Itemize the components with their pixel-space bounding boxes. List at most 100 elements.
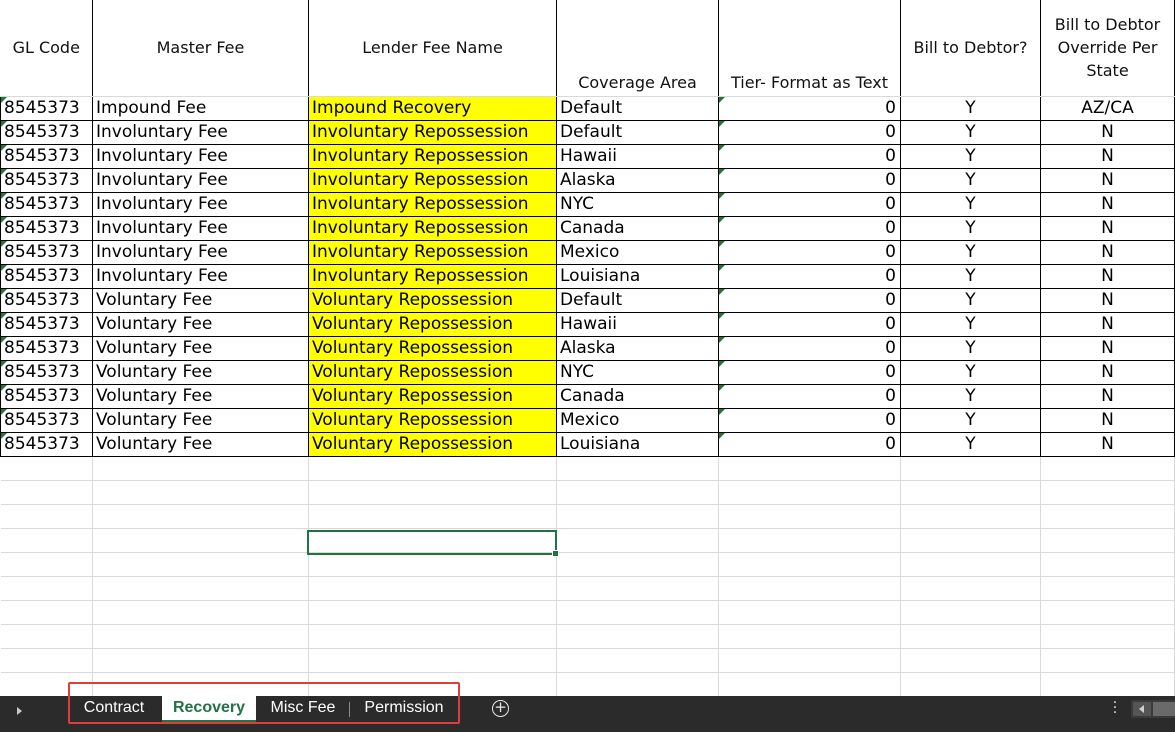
empty-cell[interactable] [1040, 672, 1175, 696]
cell-tier[interactable]: 0 [718, 168, 901, 193]
empty-cell[interactable] [900, 528, 1041, 553]
cell-lender-fee-name[interactable]: Involuntary Repossession [308, 264, 557, 289]
cell-gl-code[interactable]: 8545373 [0, 336, 93, 361]
cell-master-fee[interactable]: Voluntary Fee [92, 312, 309, 337]
empty-cell[interactable] [556, 624, 719, 649]
empty-cell[interactable] [1040, 600, 1175, 625]
cell-tier[interactable]: 0 [718, 240, 901, 265]
cell-master-fee[interactable]: Involuntary Fee [92, 120, 309, 145]
empty-cell[interactable] [1040, 504, 1175, 529]
empty-cell[interactable] [556, 552, 719, 577]
empty-cell[interactable] [92, 480, 309, 505]
vertical-ellipsis-icon[interactable]: · · · [1112, 696, 1118, 720]
cell-bill-override[interactable]: N [1040, 264, 1175, 289]
header-bill-to-debtor[interactable]: Bill to Debtor? [900, 0, 1041, 97]
cell-master-fee[interactable]: Involuntary Fee [92, 216, 309, 241]
cell-coverage-area[interactable]: Default [556, 288, 719, 313]
header-gl-code[interactable]: GL Code [0, 0, 93, 97]
cell-gl-code[interactable]: 8545373 [0, 240, 93, 265]
empty-cell[interactable] [718, 480, 901, 505]
cell-tier[interactable]: 0 [718, 120, 901, 145]
empty-cell[interactable] [900, 456, 1041, 481]
cell-master-fee[interactable]: Voluntary Fee [92, 384, 309, 409]
cell-tier[interactable]: 0 [718, 360, 901, 385]
cell-master-fee[interactable]: Voluntary Fee [92, 288, 309, 313]
cell-gl-code[interactable]: 8545373 [0, 120, 93, 145]
empty-cell[interactable] [92, 528, 309, 553]
cell-lender-fee-name[interactable]: Voluntary Repossession [308, 312, 557, 337]
empty-cell[interactable] [92, 648, 309, 673]
empty-cell[interactable] [556, 528, 719, 553]
empty-cell[interactable] [0, 552, 93, 577]
empty-cell[interactable] [556, 456, 719, 481]
empty-cell[interactable] [308, 480, 557, 505]
empty-cell[interactable] [900, 672, 1041, 696]
cell-bill-override[interactable]: N [1040, 336, 1175, 361]
cell-gl-code[interactable]: 8545373 [0, 216, 93, 241]
empty-cell[interactable] [556, 576, 719, 601]
empty-cell[interactable] [718, 624, 901, 649]
cell-coverage-area[interactable]: Louisiana [556, 432, 719, 457]
empty-cell[interactable] [0, 480, 93, 505]
cell-bill-override[interactable]: N [1040, 408, 1175, 433]
header-tier[interactable]: Tier- Format as Text [718, 0, 901, 97]
empty-cell[interactable] [718, 576, 901, 601]
cell-gl-code[interactable]: 8545373 [0, 408, 93, 433]
cell-bill-override[interactable]: AZ/CA [1040, 95, 1175, 121]
empty-cell[interactable] [718, 504, 901, 529]
cell-coverage-area[interactable]: Canada [556, 216, 719, 241]
empty-cell[interactable] [308, 552, 557, 577]
cell-lender-fee-name[interactable]: Involuntary Repossession [308, 216, 557, 241]
cell-master-fee[interactable]: Involuntary Fee [92, 240, 309, 265]
empty-cell[interactable] [0, 528, 93, 553]
cell-tier[interactable]: 0 [718, 432, 901, 457]
empty-cell[interactable] [1040, 480, 1175, 505]
cell-master-fee[interactable]: Voluntary Fee [92, 432, 309, 457]
empty-cell[interactable] [92, 552, 309, 577]
empty-cell[interactable] [0, 504, 93, 529]
empty-cell[interactable] [308, 504, 557, 529]
cell-lender-fee-name[interactable]: Impound Recovery [308, 95, 557, 121]
empty-cell[interactable] [900, 648, 1041, 673]
cell-gl-code[interactable]: 8545373 [0, 384, 93, 409]
cell-bill-override[interactable]: N [1040, 216, 1175, 241]
cell-bill-to-debtor[interactable]: Y [900, 360, 1041, 385]
scrollbar-thumb[interactable] [1153, 702, 1175, 716]
cell-tier[interactable]: 0 [718, 288, 901, 313]
cell-bill-to-debtor[interactable]: Y [900, 144, 1041, 169]
empty-cell[interactable] [0, 456, 93, 481]
empty-cell[interactable] [900, 504, 1041, 529]
empty-cell[interactable] [1040, 528, 1175, 553]
cell-lender-fee-name[interactable]: Voluntary Repossession [308, 432, 557, 457]
plus-circle-icon[interactable]: + [492, 700, 509, 717]
empty-cell[interactable] [1040, 456, 1175, 481]
cell-master-fee[interactable]: Involuntary Fee [92, 144, 309, 169]
empty-cell[interactable] [556, 648, 719, 673]
cell-coverage-area[interactable]: Louisiana [556, 264, 719, 289]
empty-cell[interactable] [556, 504, 719, 529]
cell-lender-fee-name[interactable]: Voluntary Repossession [308, 336, 557, 361]
cell-gl-code[interactable]: 8545373 [0, 288, 93, 313]
cell-tier[interactable]: 0 [718, 216, 901, 241]
empty-cell[interactable] [718, 600, 901, 625]
cell-master-fee[interactable]: Impound Fee [92, 95, 309, 121]
cell-tier[interactable]: 0 [718, 312, 901, 337]
cell-bill-override[interactable]: N [1040, 384, 1175, 409]
header-lender-fee-name[interactable]: Lender Fee Name [308, 0, 557, 97]
worksheet-grid[interactable]: GL Code Master Fee Lender Fee Name Cover… [0, 0, 1175, 696]
empty-cell[interactable] [556, 672, 719, 696]
cell-coverage-area[interactable]: NYC [556, 192, 719, 217]
cell-lender-fee-name[interactable]: Voluntary Repossession [308, 288, 557, 313]
cell-bill-override[interactable]: N [1040, 120, 1175, 145]
empty-cell[interactable] [718, 552, 901, 577]
cell-bill-to-debtor[interactable]: Y [900, 312, 1041, 337]
empty-cell[interactable] [1040, 648, 1175, 673]
empty-cell[interactable] [92, 456, 309, 481]
cell-tier[interactable]: 0 [718, 192, 901, 217]
empty-cell[interactable] [556, 600, 719, 625]
cell-gl-code[interactable]: 8545373 [0, 192, 93, 217]
empty-cell[interactable] [92, 600, 309, 625]
empty-cell[interactable] [0, 576, 93, 601]
empty-cell[interactable] [0, 624, 93, 649]
cell-lender-fee-name[interactable]: Involuntary Repossession [308, 192, 557, 217]
